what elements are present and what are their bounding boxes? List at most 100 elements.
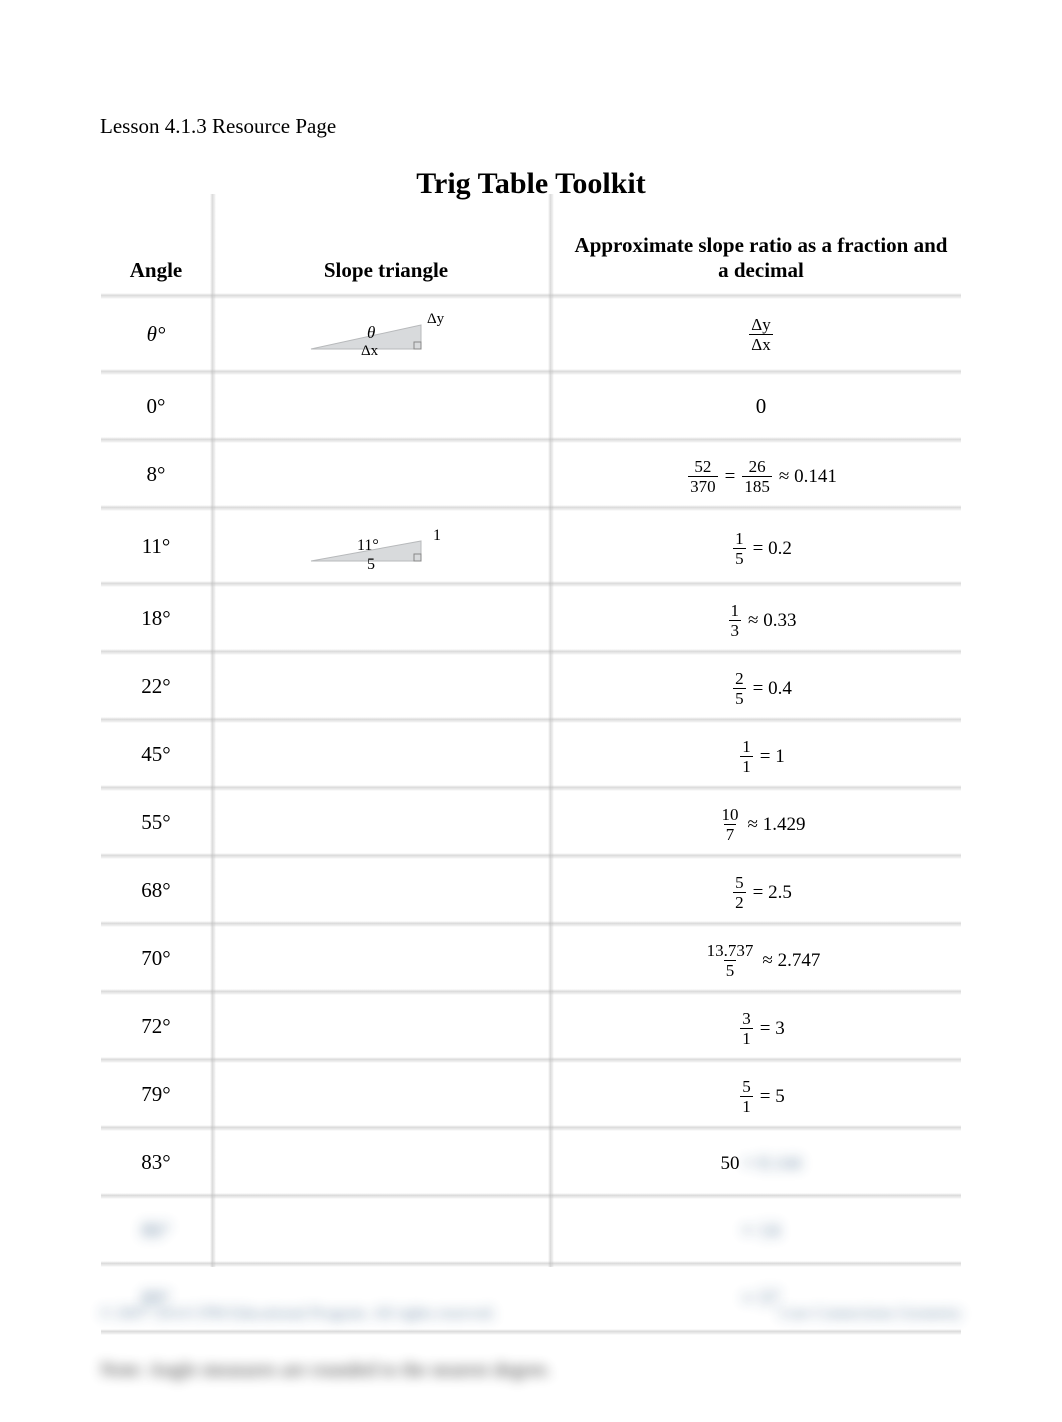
- fraction-numerator: 3: [740, 1010, 753, 1028]
- ratio-fraction: Δy Δx: [749, 316, 772, 353]
- triangle-dx-label: 5: [367, 556, 375, 574]
- decimal-value: ≈ 0.33: [748, 610, 796, 632]
- ratio-cell: 52370 = 26185 ≈ 0.141: [561, 443, 961, 505]
- angle-cell: 68°: [101, 859, 211, 921]
- page-footer: © 2007–2014 CPM Educational Program. All…: [100, 1305, 962, 1323]
- angle-cell: 70°: [101, 927, 211, 989]
- col-header-slope: Slope triangle: [211, 227, 561, 293]
- fraction-numerator: 1: [729, 602, 742, 620]
- angle-cell: 22°: [101, 655, 211, 717]
- ratio-cell: 107 ≈ 1.429: [561, 791, 961, 853]
- fraction-denominator: 5: [733, 688, 746, 707]
- fraction-denominator: 5: [733, 548, 746, 567]
- table-row: 68° 52 = 2.5: [101, 859, 961, 921]
- fraction-denominator: 3: [729, 620, 742, 639]
- ratio-prefix: 50: [721, 1153, 740, 1175]
- slope-triangle-cell: θ Δx Δy: [211, 299, 561, 369]
- angle-cell: 18°: [101, 587, 211, 649]
- decimal-value: = 3: [760, 1018, 785, 1040]
- col-header-angle: Angle: [101, 227, 211, 293]
- ratio-cell: 51 = 5: [561, 1063, 961, 1125]
- fraction-numerator: 5: [740, 1078, 753, 1096]
- decimal-value: = 0.2: [753, 538, 792, 560]
- angle-cell: 83°: [101, 1131, 211, 1193]
- ratio-cell: 25 = 0.4: [561, 655, 961, 717]
- fraction-denominator: 2: [733, 892, 746, 911]
- fraction-numerator: 1: [733, 530, 746, 548]
- angle-cell: 0°: [101, 375, 211, 437]
- note-text: Note: Angle measures are rounded to the …: [100, 1359, 962, 1382]
- fraction-denominator: 1: [740, 1096, 753, 1115]
- decimal-value: = 1: [760, 746, 785, 768]
- fraction-numerator: 13.737: [705, 942, 756, 960]
- table-row: 55° 107 ≈ 1.429: [101, 791, 961, 853]
- angle-cell: 45°: [101, 723, 211, 785]
- ratio-cell: 31 = 3: [561, 995, 961, 1057]
- book-title-text: Core Connections Geometry: [779, 1305, 962, 1323]
- fraction-numerator: 26: [747, 458, 768, 476]
- table-row: 86° ≈ 14: [101, 1199, 961, 1261]
- fraction-denominator: 185: [742, 476, 772, 495]
- fraction-numerator: 10: [720, 806, 741, 824]
- page-title: Trig Table Toolkit: [100, 167, 962, 201]
- fraction-numerator: 5: [733, 874, 746, 892]
- resource-page-label: Lesson 4.1.3 Resource Page: [100, 114, 962, 139]
- triangle-theta-label: 11°: [357, 537, 379, 555]
- fraction-denominator: 1: [740, 756, 753, 775]
- triangle-theta-label: θ: [367, 323, 375, 343]
- fraction-numerator: 1: [740, 738, 753, 756]
- blurred-text: 86°: [141, 1218, 170, 1242]
- decimal-value: = 2.5: [753, 882, 792, 904]
- fraction-numerator: 52: [692, 458, 713, 476]
- angle-cell: 11°: [101, 511, 211, 581]
- ratio-cell: Δy Δx: [561, 299, 961, 369]
- table-row: 22° 25 = 0.4: [101, 655, 961, 717]
- table-row: θ° θ Δx Δy Δy Δx: [101, 299, 961, 369]
- ratio-cell: 15 = 0.2: [561, 511, 961, 581]
- ratio-cell: 11 = 1: [561, 723, 961, 785]
- table-header-row: Angle Slope triangle Approximate slope r…: [101, 227, 961, 293]
- ratio-cell: 52 = 2.5: [561, 859, 961, 921]
- angle-cell: 55°: [101, 791, 211, 853]
- fraction-denominator: 7: [724, 824, 737, 843]
- ratio-cell: ≈ 14: [561, 1199, 961, 1261]
- angle-cell: 8°: [101, 443, 211, 505]
- blurred-text: ≈ 8.144: [744, 1153, 802, 1175]
- blurred-text: ≈ 14: [742, 1218, 780, 1242]
- triangle-dy-label: 1: [433, 527, 441, 545]
- ratio-cell: 13.7375 ≈ 2.747: [561, 927, 961, 989]
- angle-cell: θ°: [101, 299, 211, 369]
- ratio-cell: 50 ≈ 8.144: [561, 1131, 961, 1193]
- ratio-cell: 0: [561, 375, 961, 437]
- slope-triangle-cell: 11° 5 1: [211, 511, 561, 581]
- angle-cell: 79°: [101, 1063, 211, 1125]
- fraction-denominator: 5: [724, 960, 737, 979]
- decimal-value: ≈ 0.141: [779, 466, 837, 488]
- triangle-dx-label: Δx: [361, 343, 378, 360]
- trig-table: Angle Slope triangle Approximate slope r…: [101, 227, 961, 1335]
- page: Lesson 4.1.3 Resource Page Trig Table To…: [0, 0, 1062, 1422]
- fraction-numerator: Δy: [749, 316, 772, 334]
- decimal-value: = 5: [760, 1086, 785, 1108]
- fraction-denominator: Δx: [749, 334, 772, 353]
- table-row: 0° 0: [101, 375, 961, 437]
- table-row: 70° 13.7375 ≈ 2.747: [101, 927, 961, 989]
- table-row: 79° 51 = 5: [101, 1063, 961, 1125]
- angle-cell: 72°: [101, 995, 211, 1057]
- fraction-numerator: 2: [733, 670, 746, 688]
- copyright-text: © 2007–2014 CPM Educational Program. All…: [100, 1305, 496, 1323]
- slope-triangle-diagram: 11° 5 1: [301, 521, 471, 571]
- equals-text: =: [725, 466, 736, 488]
- ratio-cell: 13 ≈ 0.33: [561, 587, 961, 649]
- col-header-ratio: Approximate slope ratio as a fraction an…: [561, 227, 961, 293]
- table-row: 11° 11° 5 1 15 = 0.2: [101, 511, 961, 581]
- table-row: 18° 13 ≈ 0.33: [101, 587, 961, 649]
- table-row: 83° 50 ≈ 8.144: [101, 1131, 961, 1193]
- decimal-value: ≈ 2.747: [762, 950, 820, 972]
- fraction-denominator: 1: [740, 1028, 753, 1047]
- table-row: 8° 52370 = 26185 ≈ 0.141: [101, 443, 961, 505]
- decimal-value: = 0.4: [753, 678, 792, 700]
- decimal-value: ≈ 1.429: [748, 814, 806, 836]
- fraction-denominator: 370: [688, 476, 718, 495]
- slope-triangle-diagram: θ Δx Δy: [301, 309, 471, 359]
